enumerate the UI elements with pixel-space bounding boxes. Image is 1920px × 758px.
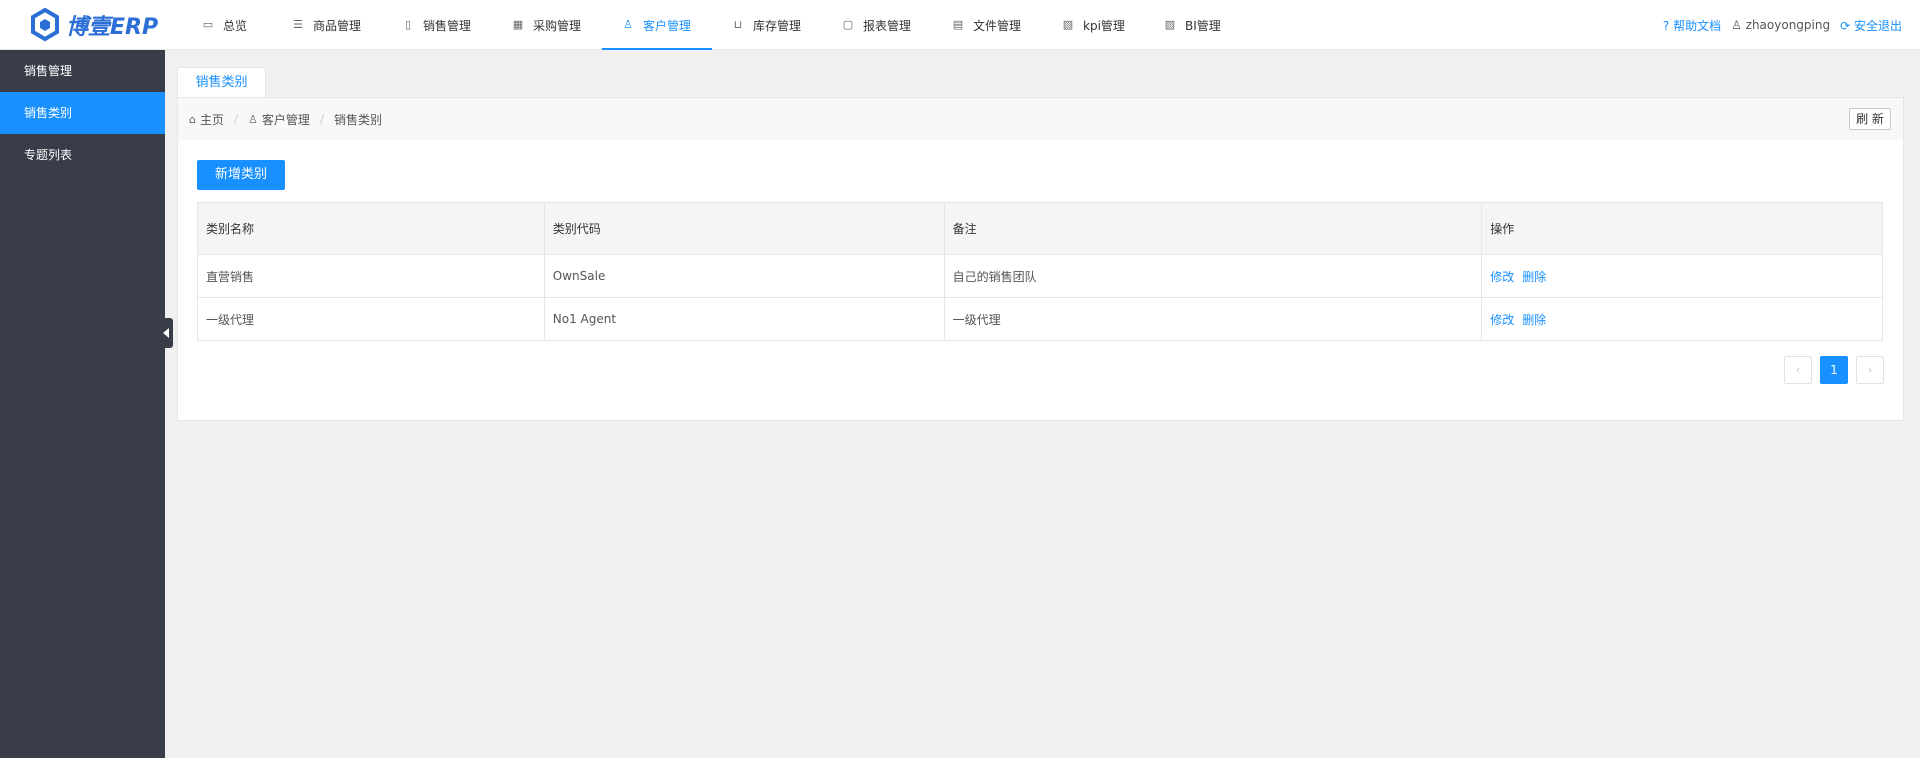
pagination: ‹ 1 ›	[1784, 356, 1884, 384]
file-icon: ▢	[842, 18, 854, 31]
main-nav: ▭ 总览 ☰ 商品管理 ▯ 销售管理 ▦ 采购管理 ♙ 客户管理 ⊔ 库存管理 …	[182, 0, 1244, 50]
breadcrumb-home[interactable]: 主页	[200, 111, 224, 128]
cell-actions: 修改 删除	[1481, 297, 1883, 341]
column-header-actions: 操作	[1481, 202, 1883, 255]
nav-item-files[interactable]: ▤ 文件管理	[932, 0, 1042, 50]
content-panel: ⌂ 主页 / ♙ 客户管理 / 销售类别 刷 新 新增类别 类别名称 类别代码 …	[177, 97, 1904, 421]
breadcrumb-separator: /	[234, 112, 239, 126]
sidebar-item-sales-management[interactable]: 销售管理	[0, 50, 165, 92]
nav-item-reports[interactable]: ▢ 报表管理	[822, 0, 932, 50]
nav-item-label: kpi管理	[1083, 18, 1125, 33]
breadcrumb-section[interactable]: 客户管理	[262, 111, 310, 128]
brand-logo[interactable]: 博壹ERP	[30, 6, 158, 44]
tab-sales-category[interactable]: 销售类别	[177, 67, 266, 98]
cell-note: 自己的销售团队	[943, 254, 1483, 298]
table-row: 直营销售 OwnSale 自己的销售团队 修改 删除	[197, 254, 1883, 298]
cell-code: OwnSale	[543, 254, 945, 298]
nav-item-label: 总览	[223, 18, 248, 33]
nav-item-label: 销售管理	[423, 18, 472, 33]
prev-page-button[interactable]: ‹	[1784, 356, 1812, 384]
column-header-note: 备注	[943, 202, 1483, 255]
cell-note: 一级代理	[943, 297, 1483, 341]
help-link[interactable]: ? 帮助文档	[1663, 17, 1721, 34]
edit-link[interactable]: 修改	[1490, 313, 1514, 327]
cell-name: 直营销售	[197, 254, 545, 298]
user-icon: ♙	[1731, 18, 1746, 32]
list-icon: ☰	[293, 18, 303, 31]
nav-item-purchase[interactable]: ▦ 采购管理	[492, 0, 602, 50]
column-header-name: 类别名称	[197, 202, 545, 255]
home-icon: ⌂	[189, 112, 196, 126]
logout-icon: ⟳	[1840, 18, 1854, 33]
nav-item-label: 文件管理	[973, 18, 1022, 33]
nav-item-label: BI管理	[1185, 18, 1221, 33]
nav-item-label: 报表管理	[863, 18, 912, 33]
logo-text: 博壹ERP	[66, 15, 159, 40]
nav-item-products[interactable]: ☰ 商品管理	[272, 0, 382, 50]
category-table: 类别名称 类别代码 备注 操作 直营销售 OwnSale 自己的销售团队 修改删…	[197, 202, 1883, 341]
cart-icon: ⊔	[733, 18, 743, 31]
grid-icon: ▦	[512, 18, 524, 31]
user-icon: ♙	[623, 18, 633, 31]
sidebar-item-topic-list[interactable]: 专题列表	[0, 134, 165, 176]
cell-name: 一级代理	[197, 297, 545, 341]
delete-link[interactable]: 删除	[1522, 270, 1546, 284]
username: zhaoyongping	[1745, 18, 1831, 32]
edit-link[interactable]: 修改	[1490, 270, 1514, 284]
breadcrumb-separator: /	[319, 112, 324, 126]
nav-item-kpi[interactable]: ▧ kpi管理	[1042, 0, 1144, 50]
nav-item-overview[interactable]: ▭ 总览	[182, 0, 272, 50]
nav-item-inventory[interactable]: ⊔ 库存管理	[712, 0, 822, 50]
breadcrumb: ⌂ 主页 / ♙ 客户管理 / 销售类别 刷 新	[178, 98, 1903, 140]
nav-item-label: 库存管理	[753, 18, 802, 33]
header-actions: ? 帮助文档 ♙ zhaoyongping ⟳ 安全退出	[1663, 0, 1902, 50]
nav-item-label: 采购管理	[533, 18, 582, 33]
user-icon: ♙	[248, 112, 258, 126]
logo-hex-icon	[31, 8, 59, 42]
table-header-row: 类别名称 类别代码 备注 操作	[197, 202, 1883, 255]
chart-icon: ▧	[1164, 18, 1176, 31]
nav-item-label: 客户管理	[643, 18, 692, 33]
document-icon: ▤	[952, 18, 964, 31]
nav-item-label: 商品管理	[313, 18, 362, 33]
cell-code: No1 Agent	[543, 297, 945, 341]
delete-link[interactable]: 删除	[1522, 313, 1546, 327]
nav-item-sales[interactable]: ▯ 销售管理	[382, 0, 492, 50]
chart-icon: ▧	[1062, 18, 1074, 31]
breadcrumb-current: 销售类别	[333, 112, 382, 127]
column-header-code: 类别代码	[543, 202, 945, 255]
sidebar: 销售管理 销售类别 专题列表	[0, 50, 165, 758]
logout-label: 安全退出	[1853, 18, 1902, 33]
nav-item-customers[interactable]: ♙ 客户管理	[602, 0, 712, 50]
top-header: 博壹ERP ▭ 总览 ☰ 商品管理 ▯ 销售管理 ▦ 采购管理 ♙ 客户管理 ⊔…	[0, 0, 1920, 50]
user-menu[interactable]: ♙ zhaoyongping	[1731, 18, 1830, 32]
sidebar-collapse-handle[interactable]	[160, 318, 173, 348]
table-row: 一级代理 No1 Agent 一级代理 修改 删除	[197, 297, 1883, 341]
page-button-current[interactable]: 1	[1820, 356, 1848, 384]
nav-item-bi[interactable]: ▧ BI管理	[1144, 0, 1244, 50]
add-category-button[interactable]: 新增类别	[197, 160, 285, 190]
refresh-button[interactable]: 刷 新	[1849, 108, 1891, 130]
sidebar-item-sales-category[interactable]: 销售类别	[0, 92, 165, 134]
next-page-button[interactable]: ›	[1856, 356, 1884, 384]
logout-link[interactable]: ⟳ 安全退出	[1840, 17, 1902, 34]
monitor-icon: ▭	[202, 18, 214, 31]
tablet-icon: ▯	[404, 18, 412, 31]
cell-actions: 修改 删除	[1481, 254, 1883, 298]
